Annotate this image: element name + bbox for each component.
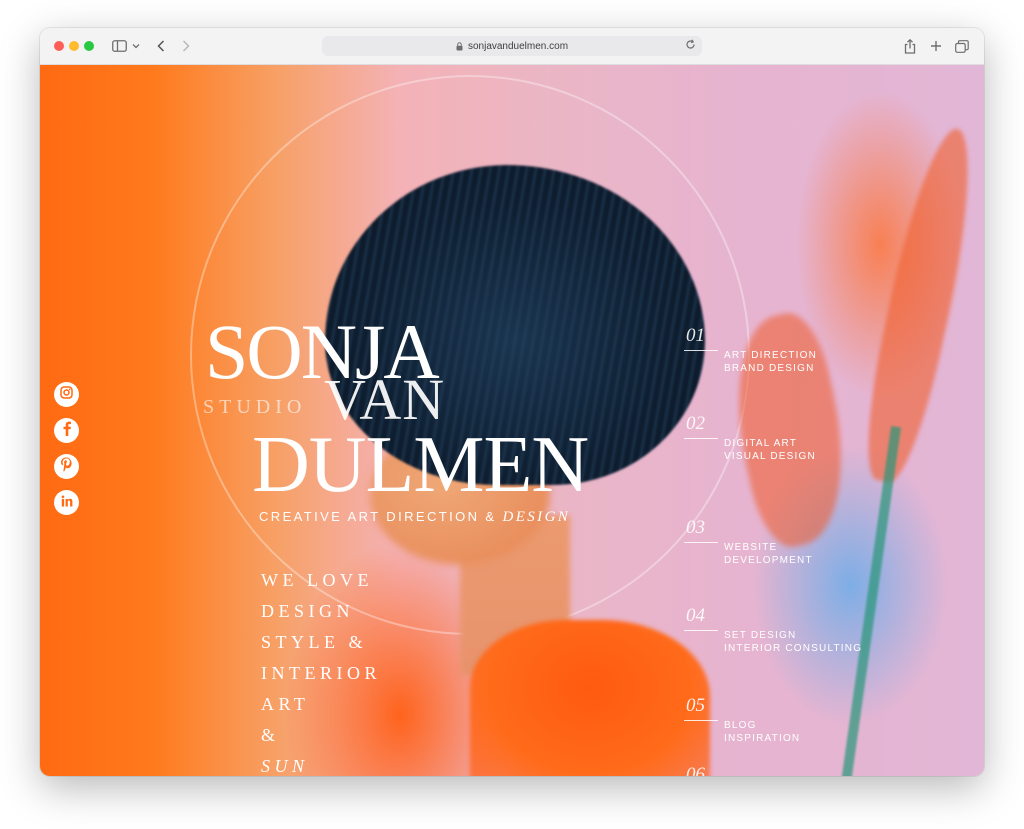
service-label-line1: ART DIRECTION bbox=[724, 350, 818, 361]
love-line: INTERIOR bbox=[261, 663, 381, 683]
share-icon[interactable] bbox=[902, 36, 918, 56]
close-window-button[interactable] bbox=[54, 41, 64, 51]
love-line: SUN bbox=[261, 756, 309, 776]
logo-studio-label: STUDIO bbox=[203, 396, 307, 418]
service-label-line1: DIGITAL ART bbox=[724, 438, 798, 449]
minimize-window-button[interactable] bbox=[69, 41, 79, 51]
service-rule bbox=[684, 630, 718, 631]
pinterest-link[interactable] bbox=[54, 454, 79, 479]
service-label-line1: SET DESIGN bbox=[724, 630, 797, 641]
zoom-window-button[interactable] bbox=[84, 41, 94, 51]
service-label-line2: DEVELOPMENT bbox=[724, 555, 813, 566]
service-rule bbox=[684, 350, 718, 351]
hero-section: SONJA STUDIO VAN DULMEN CREATIVE ART DIR… bbox=[40, 65, 984, 776]
service-rule bbox=[684, 720, 718, 721]
tagline-emphasis: DESIGN bbox=[502, 509, 571, 525]
service-label-line2: BRAND DESIGN bbox=[724, 363, 815, 374]
chevron-down-icon[interactable] bbox=[131, 36, 141, 56]
pinterest-icon bbox=[60, 457, 73, 477]
sidebar-icon[interactable] bbox=[110, 36, 128, 56]
new-tab-icon[interactable] bbox=[928, 36, 944, 56]
logo-title-dulmen: DULMEN bbox=[252, 421, 589, 509]
service-label: ART DIRECTION BRAND DESIGN bbox=[724, 349, 817, 375]
facebook-icon bbox=[62, 421, 72, 441]
love-line: DESIGN bbox=[261, 601, 354, 621]
tab-overview-icon[interactable] bbox=[954, 36, 970, 56]
service-label-line1: BLOG bbox=[724, 720, 757, 731]
love-line: & bbox=[261, 725, 280, 745]
browser-window: sonjavanduelmen.com SONJA STUDIO VAN DUL… bbox=[40, 28, 984, 776]
service-number: 01 bbox=[686, 325, 705, 346]
browser-toolbar: sonjavanduelmen.com bbox=[40, 28, 984, 65]
service-label: WEBSITE DEVELOPMENT bbox=[724, 541, 813, 567]
service-number: 02 bbox=[686, 413, 705, 434]
service-label: BLOG INSPIRATION bbox=[724, 719, 800, 745]
service-label: SET DESIGN INTERIOR CONSULTING bbox=[724, 629, 862, 655]
reload-icon[interactable] bbox=[685, 39, 696, 50]
service-number: 06 bbox=[686, 764, 705, 776]
url-text: sonjavanduelmen.com bbox=[467, 40, 569, 52]
love-line: WE LOVE bbox=[261, 570, 373, 590]
linkedin-link[interactable] bbox=[54, 490, 79, 515]
service-number: 05 bbox=[686, 695, 705, 716]
portrait-shirt bbox=[470, 620, 710, 776]
service-label-line2: INSPIRATION bbox=[724, 733, 801, 744]
back-icon[interactable] bbox=[154, 36, 168, 56]
tagline: CREATIVE ART DIRECTION & DESIGN bbox=[259, 509, 570, 526]
service-label-line1: WEBSITE bbox=[724, 542, 778, 553]
service-number: 04 bbox=[686, 605, 705, 626]
address-bar[interactable]: sonjavanduelmen.com bbox=[322, 36, 702, 56]
love-line: STYLE & bbox=[261, 632, 367, 652]
instagram-icon bbox=[60, 385, 73, 404]
background-stem bbox=[840, 426, 902, 776]
forward-icon[interactable] bbox=[179, 36, 193, 56]
facebook-link[interactable] bbox=[54, 418, 79, 443]
love-line: ART bbox=[261, 694, 310, 714]
service-label-line2: INTERIOR CONSULTING bbox=[724, 643, 863, 654]
tagline-main: CREATIVE ART DIRECTION & bbox=[259, 509, 503, 524]
background-leaf bbox=[853, 122, 984, 488]
lock-icon bbox=[456, 41, 463, 51]
linkedin-icon bbox=[61, 494, 73, 512]
service-number: 03 bbox=[686, 517, 705, 538]
service-label-line2: VISUAL DESIGN bbox=[724, 451, 816, 462]
service-rule bbox=[684, 542, 718, 543]
service-label: DIGITAL ART VISUAL DESIGN bbox=[724, 437, 816, 463]
service-rule bbox=[684, 438, 718, 439]
instagram-link[interactable] bbox=[54, 382, 79, 407]
